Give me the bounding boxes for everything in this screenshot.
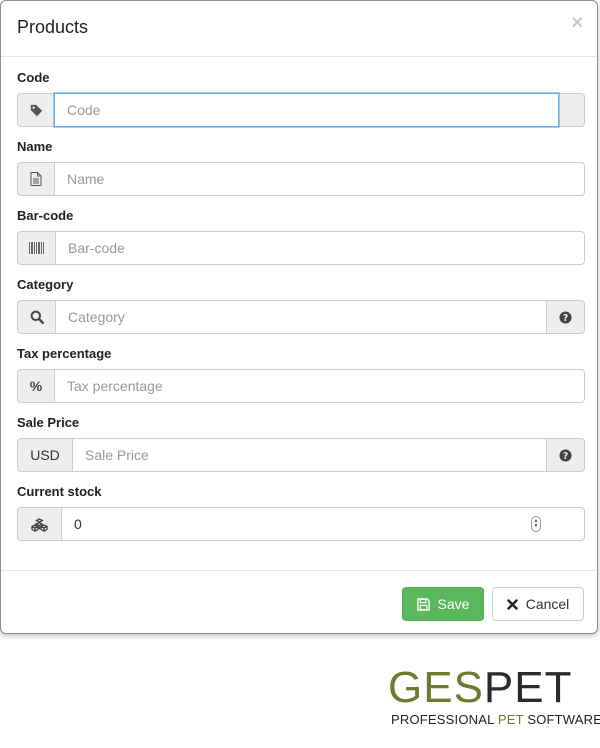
code-input[interactable] xyxy=(54,93,559,127)
barcode-group: Bar-code xyxy=(17,209,585,278)
barcode-label: Bar-code xyxy=(17,208,74,223)
logo-tagline: PROFESSIONAL PET SOFTWARE xyxy=(391,712,600,727)
logo-pet-text: PET xyxy=(483,663,573,712)
category-help-icon[interactable]: ? xyxy=(547,300,585,334)
logo-wordmark: GESPET xyxy=(388,666,573,710)
products-modal: Products × Code Name xyxy=(0,0,598,634)
stock-label: Current stock xyxy=(17,484,102,499)
svg-text:?: ? xyxy=(563,450,568,461)
category-group: Category ? xyxy=(17,278,585,347)
sale-price-input[interactable] xyxy=(72,438,547,472)
barcode-input-group xyxy=(17,231,585,265)
code-addon-right xyxy=(559,93,585,127)
name-group: Name xyxy=(17,140,585,209)
name-input-group xyxy=(17,162,585,196)
tax-label: Tax percentage xyxy=(17,346,112,361)
tax-group: Tax percentage % xyxy=(17,347,585,416)
stock-input-wrap: ▲ ▼ xyxy=(61,507,585,541)
logo-tagline-b: PET xyxy=(497,712,524,727)
cancel-button[interactable]: Cancel xyxy=(492,587,584,621)
barcode-input[interactable] xyxy=(55,231,585,265)
cancel-button-label: Cancel xyxy=(525,596,570,612)
sale-price-help-icon[interactable]: ? xyxy=(547,438,585,472)
logo-tagline-c: SOFTWARE xyxy=(523,712,600,727)
code-input-group xyxy=(17,93,585,127)
category-input[interactable] xyxy=(55,300,547,334)
close-button[interactable]: × xyxy=(571,13,583,33)
times-icon xyxy=(507,598,518,610)
barcode-icon xyxy=(17,231,55,265)
logo-tagline-a: PROFESSIONAL xyxy=(391,712,498,727)
sale-price-input-group: USD ? xyxy=(17,438,585,472)
modal-title: Products xyxy=(17,17,89,37)
save-button[interactable]: Save xyxy=(402,587,484,621)
currency-addon: USD xyxy=(17,438,72,472)
modal-header: Products × xyxy=(1,1,597,57)
name-input[interactable] xyxy=(54,162,585,196)
gespet-logo: GESPET PROFESSIONAL PET SOFTWARE xyxy=(388,666,600,736)
stock-input-group: ▲ ▼ xyxy=(17,507,585,541)
logo-ges-text: GES xyxy=(388,663,484,712)
spinner-down-icon[interactable]: ▼ xyxy=(534,524,539,529)
category-input-group: ? xyxy=(17,300,585,334)
cubes-icon xyxy=(17,507,61,541)
modal-footer: Save Cancel xyxy=(1,570,597,634)
category-label: Category xyxy=(17,277,74,292)
product-form: Code Name Bar-code xyxy=(17,71,585,554)
percent-addon: % xyxy=(17,369,54,403)
tag-icon xyxy=(17,93,54,127)
stock-group: Current stock ▲ ▼ xyxy=(17,485,585,554)
search-icon xyxy=(17,300,55,334)
code-label: Code xyxy=(17,70,50,85)
save-button-label: Save xyxy=(437,596,470,612)
document-icon xyxy=(17,162,54,196)
name-label: Name xyxy=(17,139,53,154)
stock-spinner[interactable]: ▲ ▼ xyxy=(531,516,541,532)
tax-input-group: % xyxy=(17,369,585,403)
tax-percentage-input[interactable] xyxy=(54,369,585,403)
code-group: Code xyxy=(17,71,585,140)
sale-price-label: Sale Price xyxy=(17,415,80,430)
current-stock-input[interactable] xyxy=(61,507,585,541)
svg-text:?: ? xyxy=(563,312,568,323)
sale-price-group: Sale Price USD ? xyxy=(17,416,585,485)
floppy-disk-icon xyxy=(416,597,430,611)
